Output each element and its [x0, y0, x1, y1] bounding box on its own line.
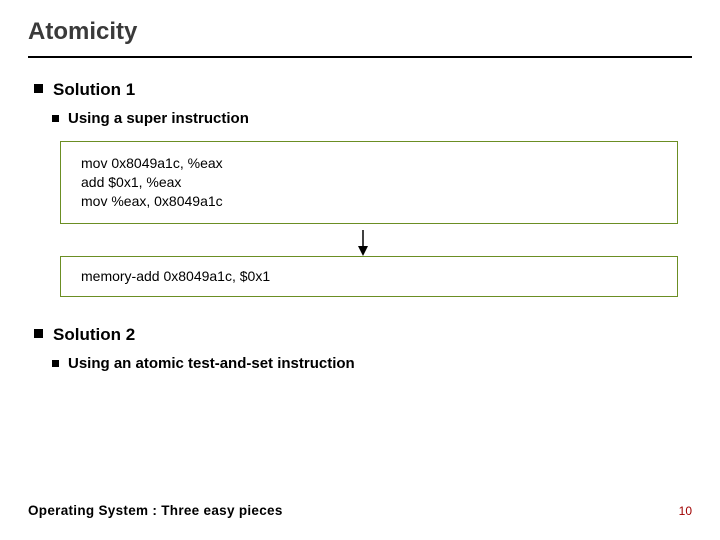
bullet-solution-2: Solution 2 [34, 325, 692, 345]
subbullet-super-instruction: Using a super instruction [52, 110, 692, 127]
solution-2-heading: Solution 2 [53, 325, 135, 345]
slide-content: Solution 1 Using a super instruction mov… [28, 80, 692, 372]
code-line: add $0x1, %eax [81, 173, 657, 192]
bullet-solution-1: Solution 1 [34, 80, 692, 100]
footer-text: Operating System : Three easy pieces [28, 503, 283, 518]
square-bullet-icon [34, 84, 43, 93]
square-bullet-icon [52, 115, 59, 122]
slide: Atomicity Solution 1 Using a super instr… [0, 0, 720, 540]
solution-1-heading: Solution 1 [53, 80, 135, 100]
page-number: 10 [679, 504, 692, 518]
down-arrow-container [34, 230, 692, 252]
title-divider [28, 56, 692, 58]
code-box-before: mov 0x8049a1c, %eax add $0x1, %eax mov %… [60, 141, 678, 224]
code-line: mov 0x8049a1c, %eax [81, 154, 657, 173]
code-line: mov %eax, 0x8049a1c [81, 192, 657, 211]
solution-1-sub: Using a super instruction [68, 110, 249, 127]
subbullet-test-and-set: Using an atomic test-and-set instruction [52, 355, 692, 372]
square-bullet-icon [34, 329, 43, 338]
solution-2-sub: Using an atomic test-and-set instruction [68, 355, 355, 372]
code-line: memory-add 0x8049a1c, $0x1 [81, 267, 657, 286]
code-box-after: memory-add 0x8049a1c, $0x1 [60, 256, 678, 297]
slide-footer: Operating System : Three easy pieces 10 [28, 503, 692, 518]
slide-title: Atomicity [28, 18, 692, 46]
down-arrow-icon [362, 230, 364, 252]
square-bullet-icon [52, 360, 59, 367]
